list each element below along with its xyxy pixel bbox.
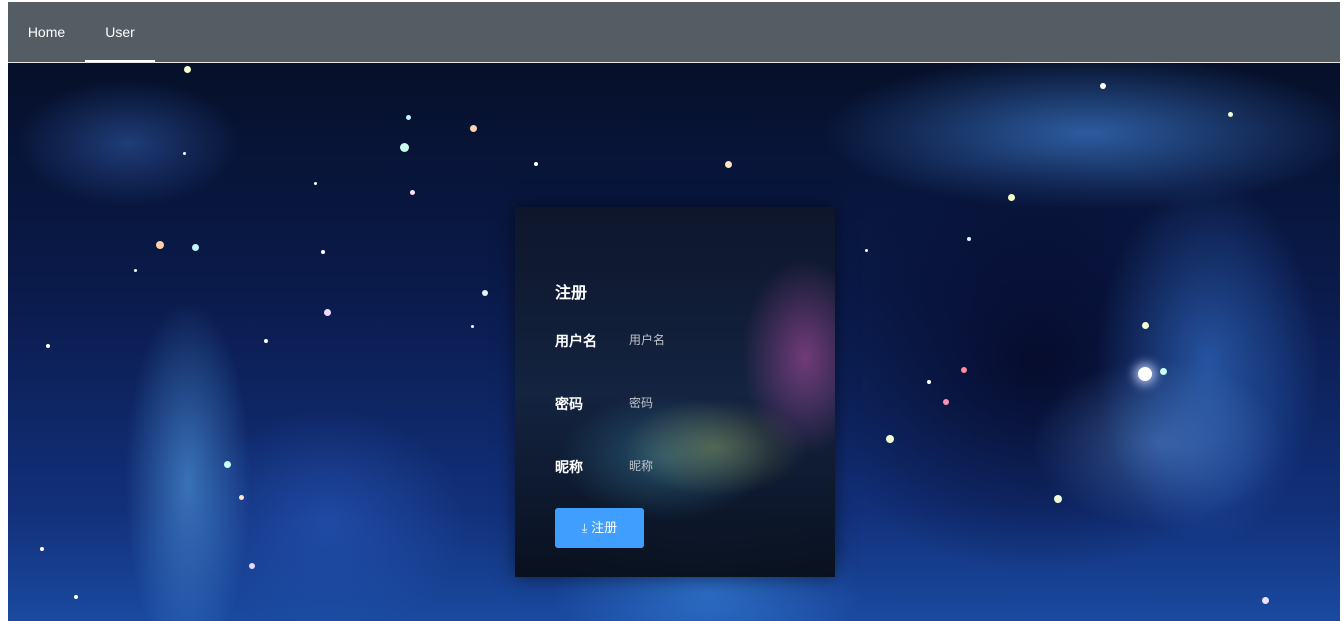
star — [725, 161, 732, 168]
star — [927, 380, 931, 384]
star — [264, 339, 268, 343]
nav-item-home[interactable]: Home — [8, 2, 85, 62]
star — [534, 162, 538, 166]
star — [410, 190, 415, 195]
star — [183, 152, 186, 155]
star — [239, 495, 244, 500]
star — [156, 241, 164, 249]
register-button-label: 注册 — [591, 520, 618, 535]
star — [471, 325, 474, 328]
star — [321, 250, 325, 254]
register-button[interactable]: ⤓ 注册 — [555, 508, 644, 548]
star — [1054, 495, 1062, 503]
star — [482, 290, 488, 296]
star — [1262, 597, 1269, 604]
register-title: 注册 — [555, 285, 588, 302]
nickname-row: 昵称 — [555, 453, 815, 479]
nickname-label: 昵称 — [555, 459, 583, 475]
username-input[interactable] — [625, 327, 813, 353]
star — [1138, 367, 1152, 381]
nav-item-user[interactable]: User — [85, 2, 155, 62]
username-row: 用户名 — [555, 327, 815, 353]
star — [249, 563, 255, 569]
top-navbar: Home User — [8, 2, 1340, 63]
star — [406, 115, 411, 120]
star — [74, 595, 78, 599]
star — [134, 269, 137, 272]
star — [46, 344, 50, 348]
password-input[interactable] — [625, 390, 813, 416]
star — [1008, 194, 1015, 201]
star — [314, 182, 317, 185]
download-icon: ⤓ — [581, 521, 588, 535]
username-label: 用户名 — [555, 333, 597, 349]
star — [470, 125, 477, 132]
app-frame: Home User 注册 用户名 用户名 密码 昵称 昵称 ⤓ 注册 — [8, 2, 1340, 621]
password-row: 密码 — [555, 390, 815, 416]
star — [324, 309, 331, 316]
star — [40, 547, 44, 551]
star — [1228, 112, 1233, 117]
star — [184, 66, 191, 73]
star — [1160, 368, 1167, 375]
star — [886, 435, 894, 443]
star — [943, 399, 949, 405]
star — [1100, 83, 1106, 89]
nickname-input[interactable] — [625, 453, 813, 479]
galaxy-background: 注册 用户名 密码 昵称 ⤓注册 — [8, 63, 1340, 621]
star — [400, 143, 409, 152]
register-card: 注册 用户名 密码 昵称 ⤓注册 — [515, 207, 835, 577]
star — [1142, 322, 1149, 329]
password-label: 密码 — [555, 396, 583, 412]
star — [961, 367, 967, 373]
star — [967, 237, 971, 241]
star — [224, 461, 231, 468]
star — [865, 249, 868, 252]
star — [192, 244, 199, 251]
